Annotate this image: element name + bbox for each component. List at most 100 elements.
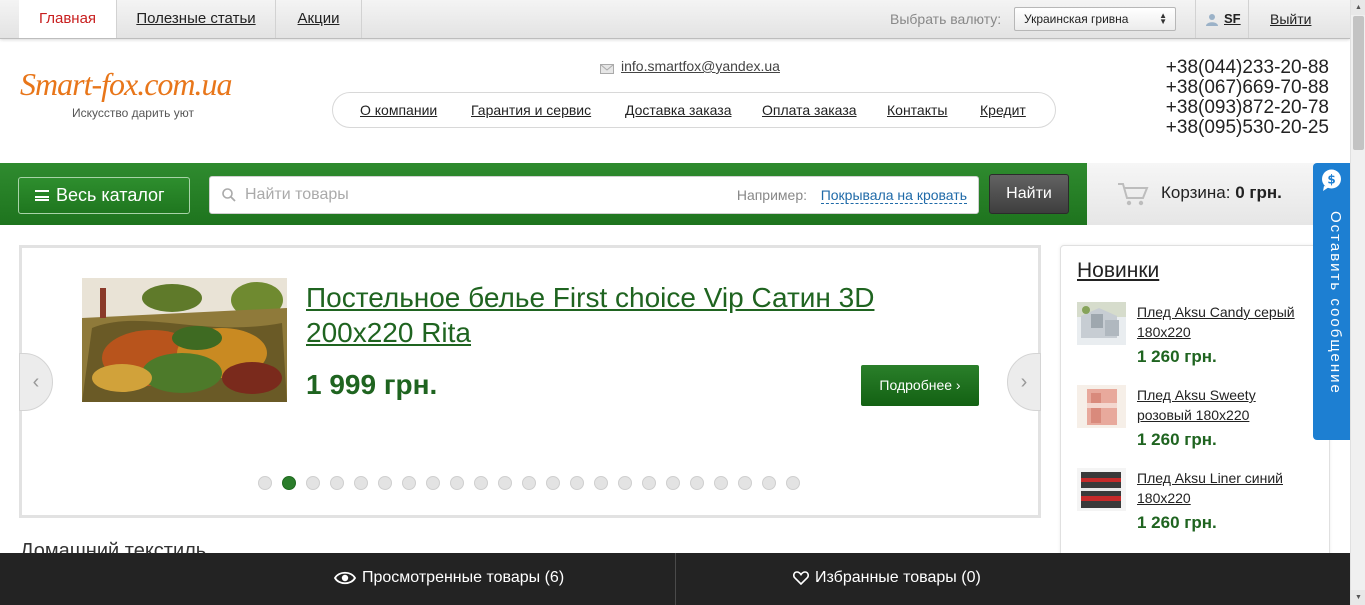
user-name[interactable]: SF [1224,0,1241,38]
slide-product-image[interactable] [82,278,287,402]
nav-warranty[interactable]: Гарантия и сервис [471,93,591,127]
slider-dot[interactable] [258,476,272,490]
cart-icon [1118,183,1149,206]
scrollbar[interactable]: ▲ ▼ [1350,0,1365,605]
favorites-button[interactable]: Избранные товары (0) [793,553,981,603]
top-bar: Главная Полезные статьи Акции Выбрать ва… [0,0,1350,39]
slider-dot[interactable] [306,476,320,490]
slider-dot[interactable] [426,476,440,490]
product-price: 1 260 грн. [1137,430,1217,449]
product-name[interactable]: Плед Aksu Liner синий 180x220 [1137,468,1312,508]
user-account[interactable]: SF [1195,0,1249,38]
catalog-button-label: Весь каталог [56,185,165,205]
viewed-products-button[interactable]: Просмотренные товары (6) [333,553,564,603]
search-example-label: Например: [736,187,807,203]
search-box: Например: Покрывала на кровать [209,176,979,214]
product-slider: Постельное белье First choice Vip Сатин … [19,245,1041,518]
feedback-label: Оставить сообщение [1327,211,1344,395]
select-arrows-icon: ▲ ▼ [1159,11,1167,26]
slider-dot[interactable] [546,476,560,490]
tab-promotions[interactable]: Акции [276,0,362,38]
phone-number: +38(095)530-20-25 [1165,117,1329,138]
slider-dot[interactable] [522,476,536,490]
feedback-tab[interactable]: $ Оставить сообщение [1313,163,1350,440]
chevron-left-icon: ‹ [32,371,40,393]
svg-text:$: $ [1327,173,1335,187]
slider-dot[interactable] [594,476,608,490]
scrollbar-thumb[interactable] [1353,16,1364,150]
currency-label: Выбрать валюту: [890,11,1002,27]
nav-about[interactable]: О компании [360,93,437,127]
logo-slogan: Искусство дарить уют [72,106,194,120]
cart-summary: Корзина: 0 грн. [1161,163,1282,223]
product-price: 1 260 грн. [1137,513,1217,532]
new-products-title[interactable]: Новинки [1077,259,1159,283]
chat-icon: $ [1322,169,1341,191]
slider-dot[interactable] [402,476,416,490]
chevron-right-icon: › [1020,371,1028,393]
tab-home[interactable]: Главная [19,0,117,38]
cart-label: Корзина: [1161,183,1231,202]
more-details-button[interactable]: Подробнее › [861,365,979,406]
product-thumbnail[interactable] [1077,468,1126,511]
nav-contacts[interactable]: Контакты [887,93,947,127]
slider-dot[interactable] [714,476,728,490]
logout-link[interactable]: Выйти [1270,0,1311,38]
search-input[interactable] [245,177,725,213]
mail-icon [600,64,614,74]
product-thumbnail[interactable] [1077,385,1126,428]
cart-value: 0 грн. [1235,183,1282,202]
slider-dot[interactable] [786,476,800,490]
slider-dot[interactable] [642,476,656,490]
slider-dot[interactable] [474,476,488,490]
slide-product-title[interactable]: Постельное белье First choice Vip Сатин … [306,280,986,350]
new-product-item: Плед Aksu Candy серый 180x220 1 260 грн. [1077,302,1317,377]
search-example-link[interactable]: Покрывала на кровать [820,177,967,204]
slider-dot[interactable] [378,476,392,490]
phone-list: +38(044)233-20-88 +38(067)669-70-88 +38(… [1166,58,1329,138]
search-icon [222,188,236,202]
slider-dot[interactable] [618,476,632,490]
slider-dot[interactable] [282,476,296,490]
tab-articles[interactable]: Полезные статьи [117,0,276,38]
scroll-down-icon[interactable]: ▼ [1351,590,1365,605]
site-logo[interactable]: Smart-fox.com.ua Искусство дарить уют [20,66,265,126]
slider-dot[interactable] [450,476,464,490]
product-name[interactable]: Плед Aksu Candy серый 180x220 [1137,302,1312,342]
slider-dot[interactable] [762,476,776,490]
nav-delivery[interactable]: Доставка заказа [625,93,731,127]
phone-number: +38(093)872-20-78 [1165,97,1329,118]
slider-dot[interactable] [330,476,344,490]
slider-dot[interactable] [354,476,368,490]
search-button[interactable]: Найти [989,174,1069,214]
logo-text: Smart-fox.com.ua [20,66,233,102]
slider-dot[interactable] [690,476,704,490]
nav-payment[interactable]: Оплата заказа [762,93,857,127]
product-thumbnail[interactable] [1077,302,1126,345]
user-icon [1206,14,1218,26]
new-products-panel: Новинки Плед Aksu Candy серый 180x220 1 … [1060,245,1330,565]
divider [675,553,676,605]
email-link[interactable]: info.smartfox@yandex.ua [621,58,780,74]
product-name[interactable]: Плед Aksu Sweety розовый 180x220 [1137,385,1312,425]
catalog-button[interactable]: Весь каталог [18,177,190,214]
cart-widget[interactable]: Корзина: 0 грн. [1087,163,1315,225]
nav-credit[interactable]: Кредит [980,93,1026,127]
currency-value: Украинская гривна [1024,12,1129,26]
favorites-label: Избранные товары (0) [815,569,981,586]
heart-icon [793,570,809,585]
new-product-item: Плед Aksu Sweety розовый 180x220 1 260 г… [1077,385,1317,460]
slider-dot[interactable] [666,476,680,490]
main-nav: О компании Гарантия и сервис Доставка за… [332,92,1056,128]
slider-dot[interactable] [498,476,512,490]
scroll-up-icon[interactable]: ▲ [1351,0,1365,15]
slide-product-price: 1 999 грн. [306,369,438,400]
product-price: 1 260 грн. [1137,347,1217,366]
bottom-bar: Просмотренные товары (6) Избранные товар… [0,553,1350,605]
new-product-item: Плед Aksu Liner синий 180x220 1 260 грн. [1077,468,1317,543]
slider-prev-button[interactable]: ‹ [19,353,53,411]
slider-dot[interactable] [570,476,584,490]
currency-select[interactable]: Украинская гривна ▲ ▼ [1014,7,1176,31]
slider-dot[interactable] [738,476,752,490]
slider-next-button[interactable]: › [1007,353,1041,411]
